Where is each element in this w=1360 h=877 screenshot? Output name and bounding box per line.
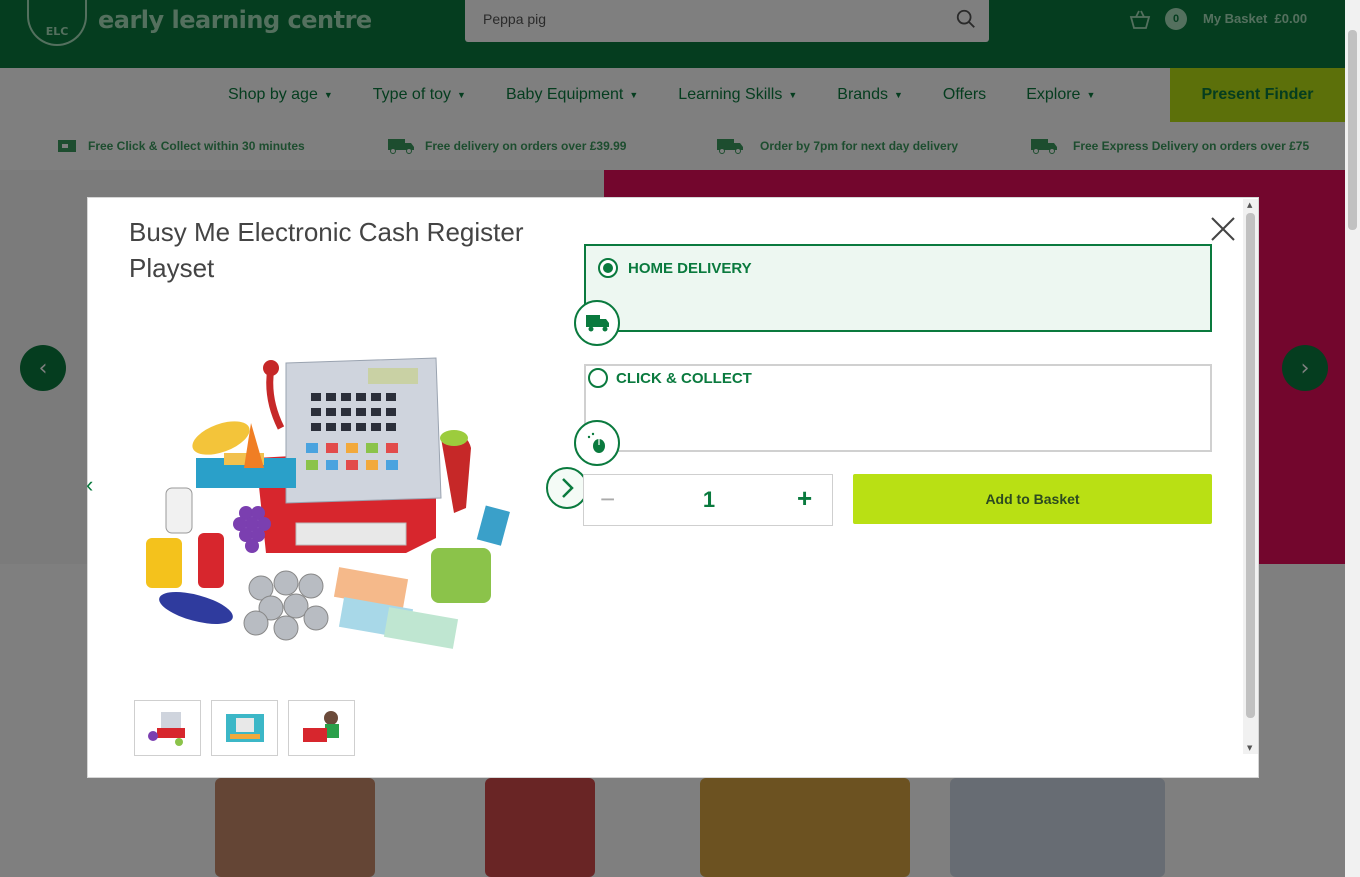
delivery-truck-icon: [574, 300, 620, 346]
add-to-basket-button[interactable]: Add to Basket: [853, 474, 1212, 524]
gallery-next-arrow-icon[interactable]: [546, 467, 588, 509]
click-collect-option[interactable]: CLICK & COLLECT: [574, 364, 1212, 466]
thumbnail-2[interactable]: [211, 700, 278, 756]
thumbnail-1[interactable]: [134, 700, 201, 756]
home-delivery-radio[interactable]: [598, 258, 618, 278]
click-collect-label: CLICK & COLLECT: [616, 370, 752, 387]
scroll-down-icon[interactable]: ▼: [1247, 744, 1252, 752]
thumbnail-strip: [134, 700, 355, 756]
quantity-decrease-button[interactable]: −: [600, 486, 615, 512]
boxed-product-thumbnail: [225, 714, 264, 742]
page-scrollbar-thumb[interactable]: [1348, 30, 1357, 230]
quantity-stepper: − 1 +: [583, 474, 833, 526]
close-icon[interactable]: [1208, 214, 1238, 244]
page-scrollbar[interactable]: [1345, 0, 1360, 877]
quantity-value[interactable]: 1: [684, 487, 734, 513]
click-collect-radio[interactable]: [588, 368, 608, 388]
mouse-click-icon: [574, 420, 620, 466]
thumbnail-3[interactable]: [288, 700, 355, 756]
modal-scrollbar[interactable]: ▲ ▼: [1243, 199, 1258, 754]
product-main-image[interactable]: [136, 338, 516, 668]
gallery-prev-arrow-icon[interactable]: ‹: [86, 472, 93, 498]
quick-view-modal: Busy Me Electronic Cash Register Playset…: [86, 197, 1259, 778]
product-title: Busy Me Electronic Cash Register Playset: [129, 217, 524, 283]
scroll-up-icon[interactable]: ▲: [1247, 201, 1252, 209]
home-delivery-label: HOME DELIVERY: [628, 260, 752, 277]
home-delivery-option[interactable]: HOME DELIVERY: [574, 244, 1212, 346]
child-playing-thumbnail: [302, 711, 339, 742]
modal-scrollbar-thumb[interactable]: [1246, 213, 1255, 718]
quantity-increase-button[interactable]: +: [797, 485, 812, 511]
cash-register-thumbnail: [147, 712, 185, 746]
